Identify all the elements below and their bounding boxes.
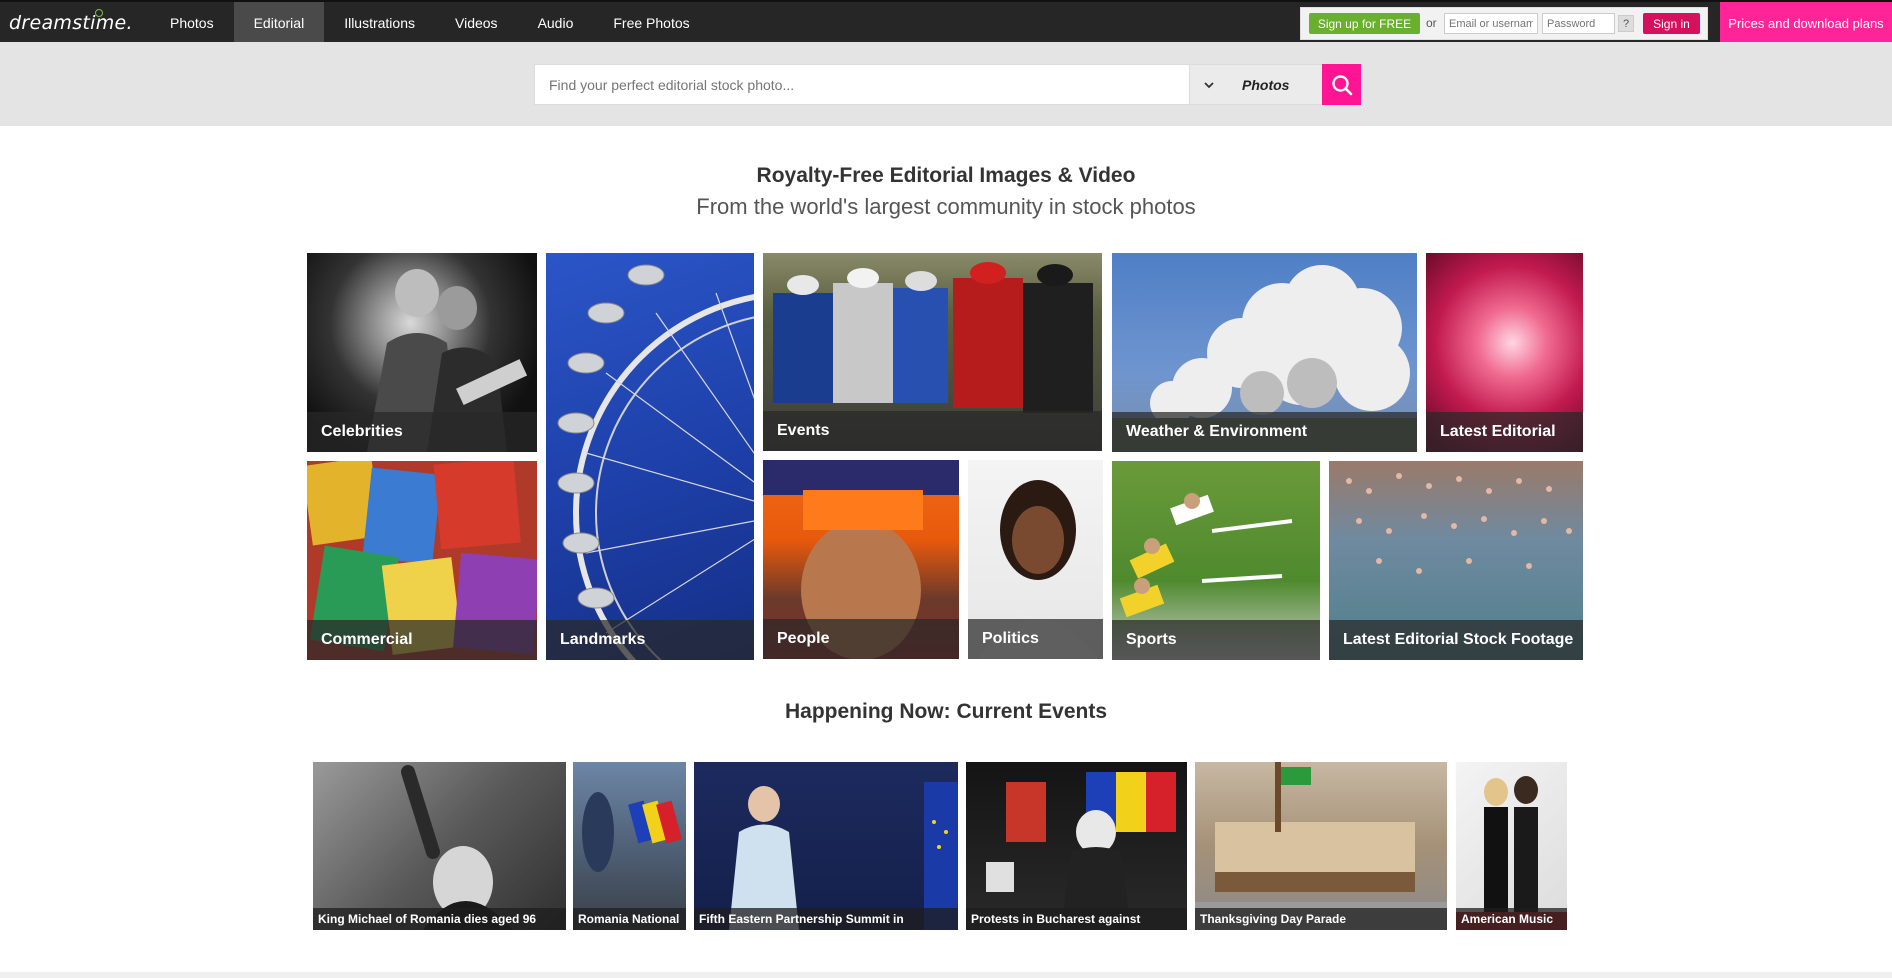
- category-label: Commercial: [307, 620, 537, 660]
- category-tile-celebrities[interactable]: Celebrities: [307, 253, 537, 452]
- category-tile-people[interactable]: People: [763, 460, 959, 659]
- nav-item-free-photos[interactable]: Free Photos: [593, 2, 709, 44]
- category-tile-politics[interactable]: Politics: [968, 460, 1103, 659]
- category-label: Sports: [1112, 620, 1320, 660]
- or-label: or: [1426, 16, 1437, 30]
- category-tile-landmarks[interactable]: Landmarks: [546, 253, 754, 660]
- event-card-bucharest-protests[interactable]: Protests in Bucharest against: [966, 762, 1187, 930]
- event-art: [1456, 776, 1567, 930]
- category-label: Latest Editorial Stock Footage: [1329, 620, 1583, 660]
- event-caption: American Music: [1456, 908, 1567, 930]
- category-tile-latest-editorial-stock-footage[interactable]: Latest Editorial Stock Footage: [1329, 461, 1583, 660]
- signin-button[interactable]: Sign in: [1643, 13, 1700, 34]
- category-label: Landmarks: [546, 620, 754, 660]
- event-art: [729, 782, 958, 930]
- event-caption: Fifth Eastern Partnership Summit in: [694, 908, 958, 930]
- search-box: [534, 64, 1191, 105]
- logo-swirl-icon: [95, 9, 103, 17]
- event-art: [582, 792, 682, 872]
- event-caption: Protests in Bucharest against: [966, 908, 1187, 930]
- page-subtitle: From the world's largest community in st…: [696, 194, 1196, 219]
- page-title: Royalty-Free Editorial Images & Video: [756, 164, 1136, 187]
- event-caption: Romania National: [573, 908, 686, 930]
- signup-button[interactable]: Sign up for FREE: [1309, 13, 1420, 34]
- category-tile-commercial[interactable]: Commercial: [307, 461, 537, 660]
- event-art: [1195, 762, 1447, 930]
- category-label: Latest Editorial: [1426, 412, 1583, 452]
- help-button[interactable]: ?: [1618, 15, 1634, 32]
- category-label: Events: [763, 411, 1102, 451]
- email-field[interactable]: [1444, 13, 1538, 34]
- event-art: [401, 765, 513, 930]
- nav-item-illustrations[interactable]: Illustrations: [324, 2, 435, 44]
- category-tile-latest-editorial[interactable]: Latest Editorial: [1426, 253, 1583, 452]
- dreamstime-logo[interactable]: dreamstime.: [9, 9, 133, 36]
- category-tile-sports[interactable]: Sports: [1112, 461, 1320, 660]
- nav-item-editorial[interactable]: Editorial: [233, 2, 325, 44]
- event-caption: King Michael of Romania dies aged 96: [313, 908, 566, 930]
- search-button[interactable]: [1322, 64, 1361, 105]
- event-card-king-michael[interactable]: King Michael of Romania dies aged 96: [313, 762, 566, 930]
- search-input[interactable]: [535, 65, 1191, 104]
- logo-text: dreamstime.: [9, 12, 133, 34]
- password-field[interactable]: [1542, 13, 1615, 34]
- main-nav: Photos Editorial Illustrations Videos Au…: [150, 2, 710, 44]
- top-navigation-bar: dreamstime. Photos Editorial Illustratio…: [0, 0, 1892, 44]
- search-icon: [1331, 74, 1352, 95]
- prices-and-plans-button[interactable]: Prices and download plans: [1720, 2, 1892, 44]
- category-label: Celebrities: [307, 412, 537, 452]
- category-tile-events[interactable]: Events: [763, 253, 1102, 451]
- nav-item-audio[interactable]: Audio: [518, 2, 594, 44]
- nav-item-photos[interactable]: Photos: [150, 2, 234, 44]
- event-caption: Thanksgiving Day Parade: [1195, 908, 1447, 930]
- search-type-dropdown[interactable]: Photos: [1190, 64, 1322, 105]
- london-eye-art: [557, 264, 754, 660]
- search-type-label: Photos: [1242, 77, 1290, 93]
- event-card-eastern-partnership[interactable]: Fifth Eastern Partnership Summit in: [694, 762, 958, 930]
- event-art: [986, 772, 1176, 930]
- event-card-american-music[interactable]: American Music: [1456, 762, 1567, 930]
- event-card-romania-national[interactable]: Romania National: [573, 762, 686, 930]
- event-card-thanksgiving-parade[interactable]: Thanksgiving Day Parade: [1195, 762, 1447, 930]
- category-tile-weather-environment[interactable]: Weather & Environment: [1112, 253, 1417, 452]
- category-label: Weather & Environment: [1112, 412, 1417, 452]
- login-panel: Sign up for FREE or ? Sign in: [1300, 7, 1708, 40]
- category-label: People: [763, 619, 959, 659]
- page-bottom-edge: [0, 972, 1892, 978]
- nav-item-videos[interactable]: Videos: [435, 2, 518, 44]
- chevron-down-icon: [1202, 78, 1216, 92]
- category-label: Politics: [968, 619, 1103, 659]
- current-events-heading: Happening Now: Current Events: [784, 700, 1108, 723]
